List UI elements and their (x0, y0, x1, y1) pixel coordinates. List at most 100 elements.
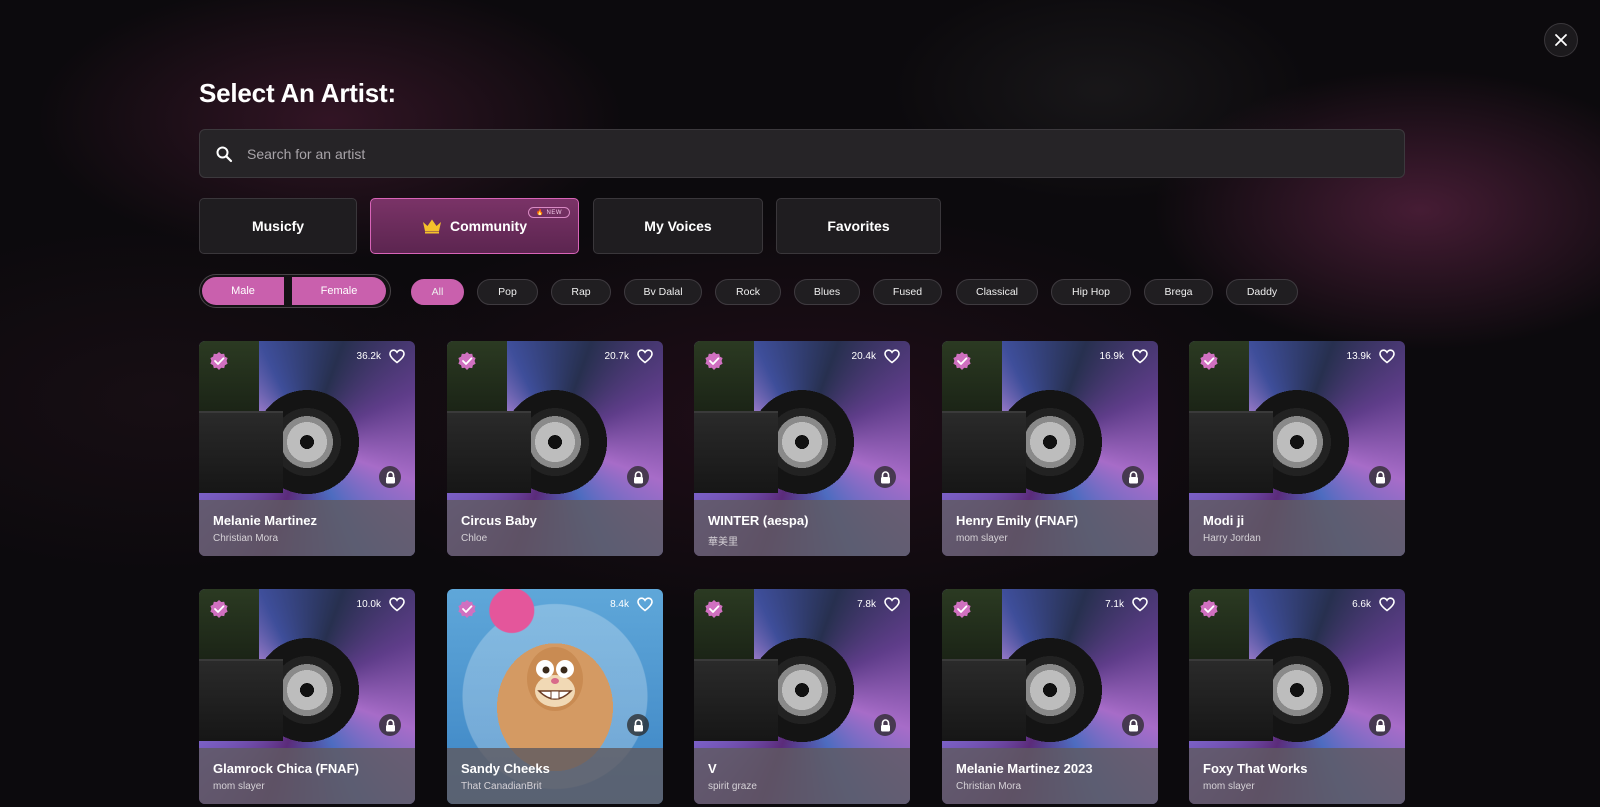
heart-icon[interactable] (637, 597, 653, 612)
artist-info: V spirit graze (694, 748, 910, 804)
genre-classical[interactable]: Classical (956, 279, 1038, 305)
heart-icon[interactable] (1379, 597, 1395, 612)
favorite-stats: 6.6k (1352, 597, 1395, 612)
search-bar[interactable] (199, 129, 1405, 178)
verified-badge-icon (704, 599, 724, 619)
artist-creator: Christian Mora (956, 781, 1022, 792)
favorite-stats: 8.4k (610, 597, 653, 612)
lock-icon (627, 466, 649, 488)
artist-creator: mom slayer (213, 781, 265, 792)
artist-card[interactable]: 6.6k Foxy That Works mom slayer (1189, 589, 1405, 804)
favorite-stats: 13.9k (1347, 349, 1395, 364)
heart-icon[interactable] (1379, 349, 1395, 364)
favorite-count: 6.6k (1352, 599, 1371, 610)
heart-icon[interactable] (1132, 349, 1148, 364)
artist-info: Circus Baby Chloe (447, 500, 663, 556)
artist-card[interactable]: 13.9k Modi ji Harry Jordan (1189, 341, 1405, 556)
gender-female-button[interactable]: Female (292, 277, 386, 305)
genre-daddy[interactable]: Daddy (1226, 279, 1298, 305)
heart-icon[interactable] (389, 349, 405, 364)
artist-card[interactable]: 20.7k Circus Baby Chloe (447, 341, 663, 556)
favorite-stats: 10.0k (357, 597, 405, 612)
artist-info: Modi ji Harry Jordan (1189, 500, 1405, 556)
artist-name: Circus Baby (461, 513, 537, 528)
artist-creator: spirit graze (708, 781, 757, 792)
lock-icon (379, 466, 401, 488)
lock-icon (874, 466, 896, 488)
genre-pop[interactable]: Pop (477, 279, 538, 305)
tab-community[interactable]: Community 🔥 NEW (370, 198, 579, 254)
favorite-stats: 20.7k (605, 349, 653, 364)
new-badge: 🔥 NEW (528, 207, 570, 218)
favorite-stats: 36.2k (357, 349, 405, 364)
artist-name: Sandy Cheeks (461, 761, 550, 776)
genre-brega[interactable]: Brega (1144, 279, 1213, 305)
badge-text: NEW (546, 210, 562, 216)
artist-card[interactable]: 36.2k Melanie Martinez Christian Mora (199, 341, 415, 556)
verified-badge-icon (457, 599, 477, 619)
lock-icon (627, 714, 649, 736)
lock-icon (1122, 466, 1144, 488)
sandy-face-icon (527, 647, 583, 711)
artist-info: Melanie Martinez Christian Mora (199, 500, 415, 556)
genre-blues[interactable]: Blues (794, 279, 860, 305)
artist-card[interactable]: 7.8k V spirit graze (694, 589, 910, 804)
artist-name: Melanie Martinez (213, 513, 318, 528)
artist-name: Glamrock Chica (FNAF) (213, 761, 359, 776)
genre-rap[interactable]: Rap (551, 279, 611, 305)
gender-male-button[interactable]: Male (202, 277, 284, 305)
close-button[interactable] (1544, 23, 1578, 57)
lock-icon (379, 714, 401, 736)
artist-card[interactable]: 16.9k Henry Emily (FNAF) mom slayer (942, 341, 1158, 556)
heart-icon[interactable] (884, 597, 900, 612)
artist-creator: Chloe (461, 533, 488, 544)
favorite-count: 10.0k (356, 599, 381, 610)
close-icon (1555, 34, 1567, 46)
search-input[interactable] (247, 145, 1347, 162)
verified-badge-icon (1199, 599, 1219, 619)
artist-name: Modi ji (1203, 513, 1245, 528)
favorite-stats: 20.4k (852, 349, 900, 364)
verified-badge-icon (209, 599, 229, 619)
favorite-count: 8.4k (610, 599, 629, 610)
tab-label: Favorites (827, 218, 890, 234)
artist-card[interactable]: 20.4k WINTER (aespa) 華美里 (694, 341, 910, 556)
artist-creator: Harry Jordan (1203, 533, 1261, 544)
artist-info: WINTER (aespa) 華美里 (694, 500, 910, 556)
genre-hip-hop[interactable]: Hip Hop (1051, 279, 1131, 305)
verified-badge-icon (952, 599, 972, 619)
tab-label: Community (450, 218, 527, 234)
verified-badge-icon (457, 351, 477, 371)
artist-card[interactable]: 8.4k Sandy Cheeks That CanadianBrit (447, 589, 663, 804)
artist-name: WINTER (aespa) (708, 513, 809, 528)
artist-card[interactable]: 7.1k Melanie Martinez 2023 Christian Mor… (942, 589, 1158, 804)
artist-creator: 華美里 (708, 537, 738, 548)
favorite-count: 13.9k (1346, 351, 1371, 362)
genre-rock[interactable]: Rock (715, 279, 781, 305)
tab-label: Musicfy (251, 218, 305, 234)
artist-name: Melanie Martinez 2023 (956, 761, 1093, 776)
artist-card[interactable]: 10.0k Glamrock Chica (FNAF) mom slayer (199, 589, 415, 804)
artist-name: V (708, 761, 717, 776)
tab-my-voices[interactable]: My Voices (593, 198, 763, 254)
heart-icon[interactable] (637, 349, 653, 364)
artist-name: Foxy That Works (1203, 761, 1308, 776)
artist-info: Melanie Martinez 2023 Christian Mora (942, 748, 1158, 804)
favorite-count: 20.7k (604, 351, 629, 362)
crown-icon (422, 218, 442, 234)
tab-favorites[interactable]: Favorites (776, 198, 941, 254)
genre-fused[interactable]: Fused (873, 279, 942, 305)
page-title: Select An Artist: (199, 78, 396, 108)
favorite-stats: 7.1k (1105, 597, 1148, 612)
favorite-count: 16.9k (1099, 351, 1124, 362)
lock-icon (1122, 714, 1144, 736)
genre-bv-dalal[interactable]: Bv Dalal (624, 279, 702, 305)
artist-creator: That CanadianBrit (461, 781, 542, 792)
genre-all[interactable]: All (411, 279, 464, 305)
verified-badge-icon (952, 351, 972, 371)
artist-info: Sandy Cheeks That CanadianBrit (447, 748, 663, 804)
heart-icon[interactable] (1132, 597, 1148, 612)
tab-musicfy[interactable]: Musicfy (199, 198, 357, 254)
heart-icon[interactable] (884, 349, 900, 364)
heart-icon[interactable] (389, 597, 405, 612)
